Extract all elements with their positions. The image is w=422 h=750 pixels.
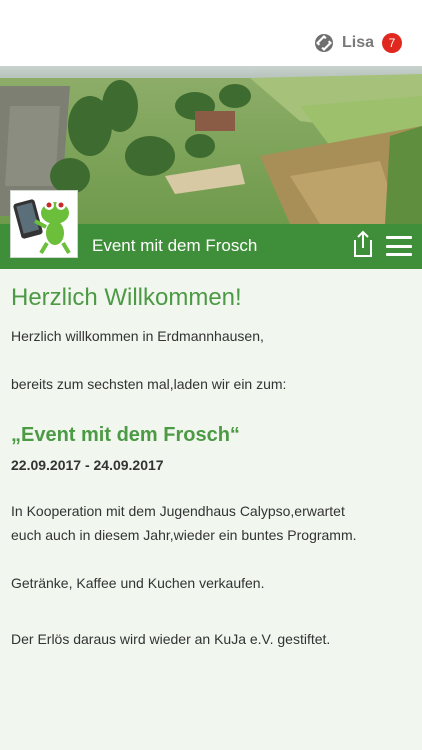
menu-icon[interactable] bbox=[386, 236, 412, 256]
top-bar: Lisa 7 bbox=[0, 0, 422, 66]
share-icon[interactable] bbox=[351, 230, 375, 258]
page-title: Event mit dem Frosch bbox=[92, 236, 258, 255]
event-title: „Event mit dem Frosch“ bbox=[11, 424, 240, 446]
menu-line bbox=[386, 253, 412, 256]
user-name[interactable]: Lisa bbox=[342, 34, 374, 52]
greeting-text: Herzlich willkommen in Erdmannhausen, bbox=[11, 328, 264, 344]
cooperation-text-line2: euch auch in diesem Jahr,wieder ein bunt… bbox=[11, 527, 357, 543]
user-area[interactable]: Lisa 7 bbox=[314, 33, 402, 53]
refreshments-text: Getränke, Kaffee und Kuchen verkaufen. bbox=[11, 575, 265, 591]
donation-text: Der Erlös daraus wird wieder an KuJa e.V… bbox=[11, 631, 331, 647]
intro-text: bereits zum sechsten mal,laden wir ein z… bbox=[11, 376, 287, 392]
event-dates: 22.09.2017 - 24.09.2017 bbox=[11, 457, 164, 473]
menu-line bbox=[386, 236, 412, 239]
frog-logo[interactable] bbox=[10, 190, 78, 258]
menu-line bbox=[386, 244, 412, 248]
notification-badge[interactable]: 7 bbox=[382, 33, 402, 53]
cooperation-text-line1: In Kooperation mit dem Jugendhaus Calyps… bbox=[11, 503, 345, 519]
user-status-icon[interactable] bbox=[314, 33, 334, 53]
welcome-heading: Herzlich Willkommen! bbox=[11, 284, 242, 311]
main-content: Herzlich Willkommen! Herzlich willkommen… bbox=[11, 284, 411, 651]
